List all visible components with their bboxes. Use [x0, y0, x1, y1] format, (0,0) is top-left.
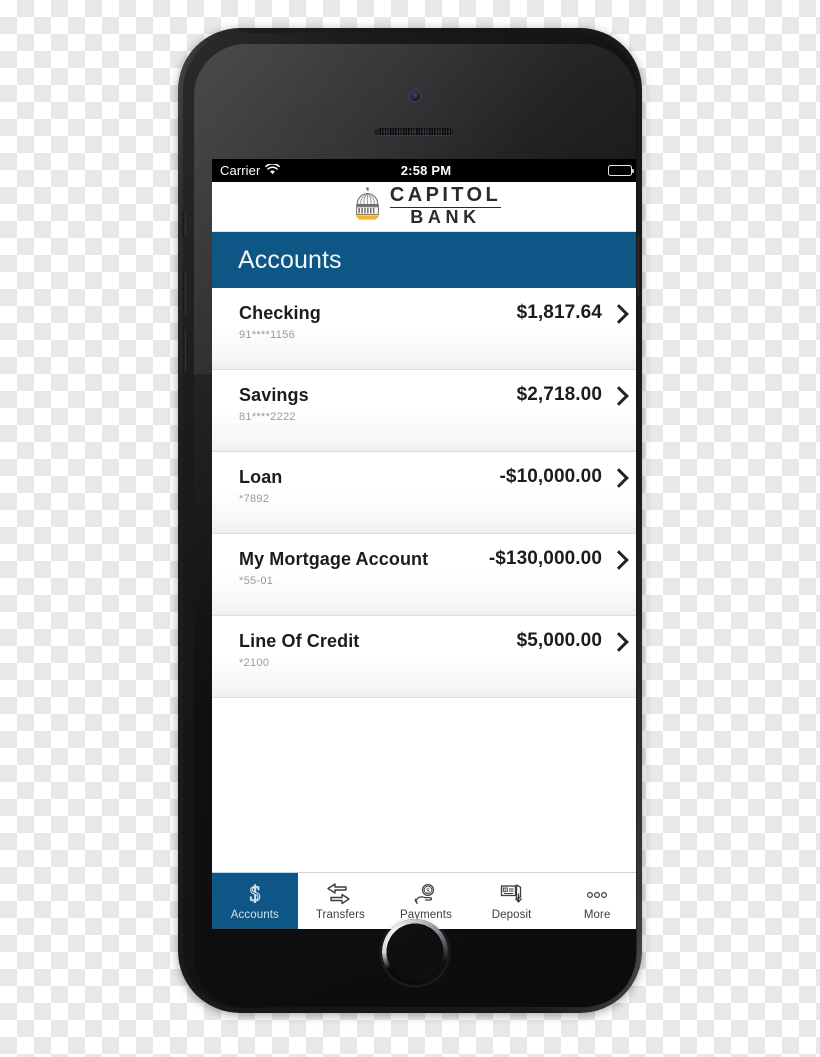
battery-full-icon: [608, 165, 634, 176]
brand-header: CAPITOL BANK: [212, 182, 636, 232]
app-screen: Carrier 2:58 PM CAPITOL BANK Accounts Ch…: [212, 159, 636, 929]
home-button-ring: [382, 919, 448, 985]
brand-line-2: BANK: [410, 206, 481, 227]
account-row-checking[interactable]: Checking 91****1156 $1,817.64: [212, 288, 636, 370]
page-header: Accounts: [212, 232, 636, 288]
account-number: *55-01: [239, 575, 274, 587]
proximity-sensor-icon: [374, 130, 379, 135]
screenshot-canvas: Carrier 2:58 PM CAPITOL BANK Accounts Ch…: [0, 0, 820, 1057]
tab-accounts[interactable]: $ Accounts: [212, 873, 298, 929]
status-bar-right: [608, 165, 634, 176]
tab-label: More: [583, 908, 611, 921]
brand-line-1: CAPITOL: [389, 184, 502, 208]
svg-text:$: $: [249, 882, 260, 906]
account-number: *2100: [239, 657, 270, 669]
account-row-line-of-credit[interactable]: Line Of Credit *2100 $5,000.00: [212, 616, 636, 698]
front-camera-icon: [410, 91, 420, 101]
account-balance: $5,000.00: [516, 630, 602, 651]
tab-deposit[interactable]: $ Deposit: [469, 873, 555, 929]
home-button[interactable]: [382, 919, 448, 985]
mute-switch[interactable]: [181, 211, 186, 237]
tab-label: Accounts: [230, 908, 279, 921]
tab-label: Deposit: [491, 908, 532, 921]
clock-label: 2:58 PM: [400, 163, 452, 178]
account-row-loan[interactable]: Loan *7892 -$10,000.00: [212, 452, 636, 534]
account-number: 91****1156: [239, 329, 296, 341]
transfer-arrows-icon: [327, 882, 353, 906]
dollar-sign-icon: $: [244, 882, 266, 906]
account-number: *7892: [239, 493, 270, 505]
ellipsis-icon: [583, 882, 611, 906]
svg-text:$: $: [426, 887, 430, 895]
accounts-list: Checking 91****1156 $1,817.64 Savings 81…: [212, 288, 636, 872]
volume-down-button[interactable]: [181, 329, 186, 373]
account-balance: $1,817.64: [516, 302, 602, 323]
tab-transfers[interactable]: Transfers: [298, 873, 384, 929]
page-title: Accounts: [238, 245, 342, 274]
account-row-mortgage[interactable]: My Mortgage Account *55-01 -$130,000.00: [212, 534, 636, 616]
phone-device: Carrier 2:58 PM CAPITOL BANK Accounts Ch…: [178, 28, 642, 1013]
capitol-dome-icon: [351, 187, 384, 226]
hand-holding-coin-icon: $: [413, 882, 439, 906]
account-balance: -$10,000.00: [499, 466, 602, 487]
check-deposit-icon: $: [499, 882, 525, 906]
svg-text:$: $: [504, 887, 506, 892]
phone-front-glass: Carrier 2:58 PM CAPITOL BANK Accounts Ch…: [194, 44, 636, 1007]
account-number: 81****2222: [239, 411, 296, 423]
phone-chassis: Carrier 2:58 PM CAPITOL BANK Accounts Ch…: [181, 33, 639, 1008]
brand-wordmark: CAPITOL BANK: [389, 184, 502, 227]
tab-more[interactable]: More: [554, 873, 636, 929]
account-balance: $2,718.00: [516, 384, 602, 405]
tab-label: Transfers: [315, 908, 365, 921]
account-row-savings[interactable]: Savings 81****2222 $2,718.00: [212, 370, 636, 452]
account-balance: -$130,000.00: [488, 548, 602, 569]
brand-logo: CAPITOL BANK: [351, 184, 502, 227]
volume-up-button[interactable]: [181, 271, 186, 315]
earpiece-speaker-icon: [377, 128, 453, 135]
status-bar: Carrier 2:58 PM: [212, 159, 636, 182]
